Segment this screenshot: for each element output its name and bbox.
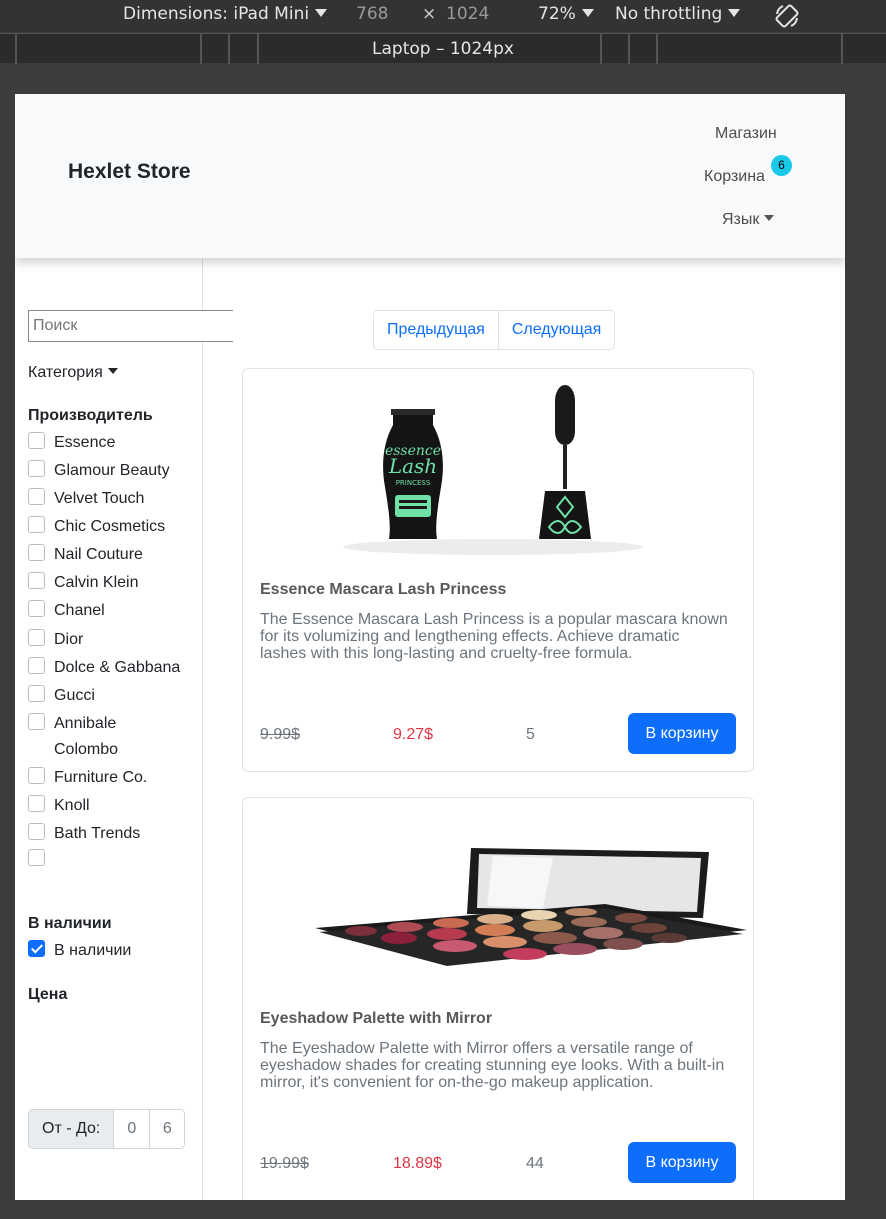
language-dropdown[interactable]: Язык — [722, 211, 775, 229]
chevron-down-icon — [728, 9, 741, 17]
price-from-input[interactable]: 0 — [114, 1110, 150, 1148]
checkbox[interactable] — [28, 657, 45, 674]
product-card: Eyeshadow Palette with Mirror The Eyesha… — [242, 797, 754, 1200]
width-input[interactable]: 768 — [356, 4, 388, 24]
category-dropdown[interactable]: Категория — [28, 364, 118, 382]
checkbox[interactable] — [28, 600, 45, 617]
checkbox[interactable] — [28, 572, 45, 589]
throttling-label: No throttling — [615, 4, 723, 24]
checkbox[interactable] — [28, 516, 45, 533]
price-heading: Цена — [28, 986, 68, 1003]
product-old-price: 19.99$ — [260, 1155, 309, 1172]
height-input[interactable]: 1024 — [446, 4, 489, 24]
manufacturer-heading: Производитель — [28, 407, 153, 424]
checkbox[interactable] — [28, 460, 45, 477]
checkbox[interactable] — [28, 544, 45, 561]
nav-shop-link[interactable]: Магазин — [715, 125, 777, 143]
checkbox[interactable] — [28, 767, 45, 784]
checkbox[interactable] — [28, 849, 45, 866]
checkbox[interactable] — [28, 685, 45, 702]
navbar: Hexlet Store Магазин Корзина 6 Язык — [15, 94, 845, 258]
manufacturer-label: Chanel — [54, 602, 105, 619]
manufacturer-label: Furniture Co. — [54, 769, 148, 786]
product-stock: 44 — [526, 1155, 544, 1172]
nav-cart-link[interactable]: Корзина — [704, 168, 765, 186]
checkbox[interactable] — [28, 713, 45, 730]
checkbox[interactable] — [28, 823, 45, 840]
filter-sidebar: Категория Производитель Essence Glamour … — [15, 258, 233, 1200]
checkbox[interactable] — [28, 432, 45, 449]
brand-logo[interactable]: Hexlet Store — [68, 160, 191, 184]
svg-text:Lash: Lash — [388, 454, 437, 478]
manufacturer-label: Annibale — [54, 715, 117, 732]
category-label: Категория — [28, 364, 103, 381]
manufacturer-label: Colombo — [54, 741, 119, 758]
product-description: The Eyeshadow Palette with Mirror offers… — [260, 1040, 725, 1091]
search-input[interactable] — [28, 310, 233, 342]
caret-down-icon — [107, 368, 118, 374]
product-description: The Essence Mascara Lash Princess is a p… — [260, 611, 728, 662]
eyeshadow-palette-image[interactable] — [243, 798, 753, 998]
cart-count-badge: 6 — [771, 155, 792, 176]
price-range-group: От - До: 0 6 — [28, 1109, 186, 1149]
product-price: 18.89$ — [393, 1155, 442, 1172]
manufacturer-label: Chic Cosmetics — [54, 518, 166, 535]
language-label: Язык — [722, 211, 760, 228]
zoom-label: 72% — [538, 4, 576, 24]
chevron-down-icon — [581, 9, 594, 17]
chevron-down-icon — [315, 9, 328, 17]
manufacturer-label: Knoll — [54, 797, 90, 814]
product-card: essence Lash PRINCESS Essence Mascara La… — [242, 368, 754, 772]
dimensions-select[interactable]: Dimensions: iPad Mini — [123, 4, 328, 24]
pagination: Предыдущая Следующая — [373, 310, 616, 350]
manufacturer-label: Calvin Klein — [54, 574, 139, 591]
media-query-label[interactable]: Laptop – 1024px — [0, 39, 886, 59]
price-to-input[interactable]: 6 — [149, 1110, 185, 1148]
next-page-button[interactable]: Следующая — [497, 311, 615, 349]
manufacturer-label: Nail Couture — [54, 546, 143, 563]
throttling-select[interactable]: No throttling — [615, 4, 741, 24]
manufacturer-label: Bath Trends — [54, 825, 141, 842]
product-price: 9.27$ — [393, 726, 434, 743]
rotate-icon[interactable] — [773, 2, 801, 30]
devtools-toolbar: Dimensions: iPad Mini 768 × 1024 72% No … — [0, 0, 886, 32]
price-range-label: От - До: — [29, 1110, 115, 1148]
add-to-cart-button[interactable]: В корзину — [628, 1142, 736, 1183]
product-stock: 5 — [526, 726, 535, 743]
dimensions-label: Dimensions: iPad Mini — [123, 4, 310, 24]
media-query-ruler: Laptop – 1024px — [0, 33, 886, 64]
availability-label: В наличии — [54, 942, 132, 959]
page-viewport: Hexlet Store Магазин Корзина 6 Язык Кате… — [15, 94, 845, 1200]
zoom-select[interactable]: 72% — [538, 4, 594, 24]
manufacturer-label: Velvet Touch — [54, 490, 145, 507]
previous-page-button[interactable]: Предыдущая — [374, 311, 498, 349]
product-title[interactable]: Essence Mascara Lash Princess — [260, 581, 506, 599]
times-icon: × — [422, 4, 437, 24]
caret-down-icon — [764, 215, 775, 221]
mascara-image[interactable]: essence Lash PRINCESS — [243, 369, 753, 569]
checkbox[interactable] — [28, 488, 45, 505]
availability-heading: В наличии — [28, 915, 112, 932]
manufacturer-label: Glamour Beauty — [54, 462, 170, 479]
svg-text:PRINCESS: PRINCESS — [396, 479, 431, 487]
checkbox-checked[interactable] — [28, 940, 45, 957]
checkbox[interactable] — [28, 795, 45, 812]
manufacturer-label: Essence — [54, 434, 116, 451]
manufacturer-label: Dolce & Gabbana — [54, 659, 181, 676]
checkbox[interactable] — [28, 629, 45, 646]
manufacturer-label: Gucci — [54, 687, 95, 704]
product-title[interactable]: Eyeshadow Palette with Mirror — [260, 1010, 492, 1028]
manufacturer-label: Dior — [54, 631, 84, 648]
product-old-price: 9.99$ — [260, 726, 301, 743]
add-to-cart-button[interactable]: В корзину — [628, 713, 736, 754]
